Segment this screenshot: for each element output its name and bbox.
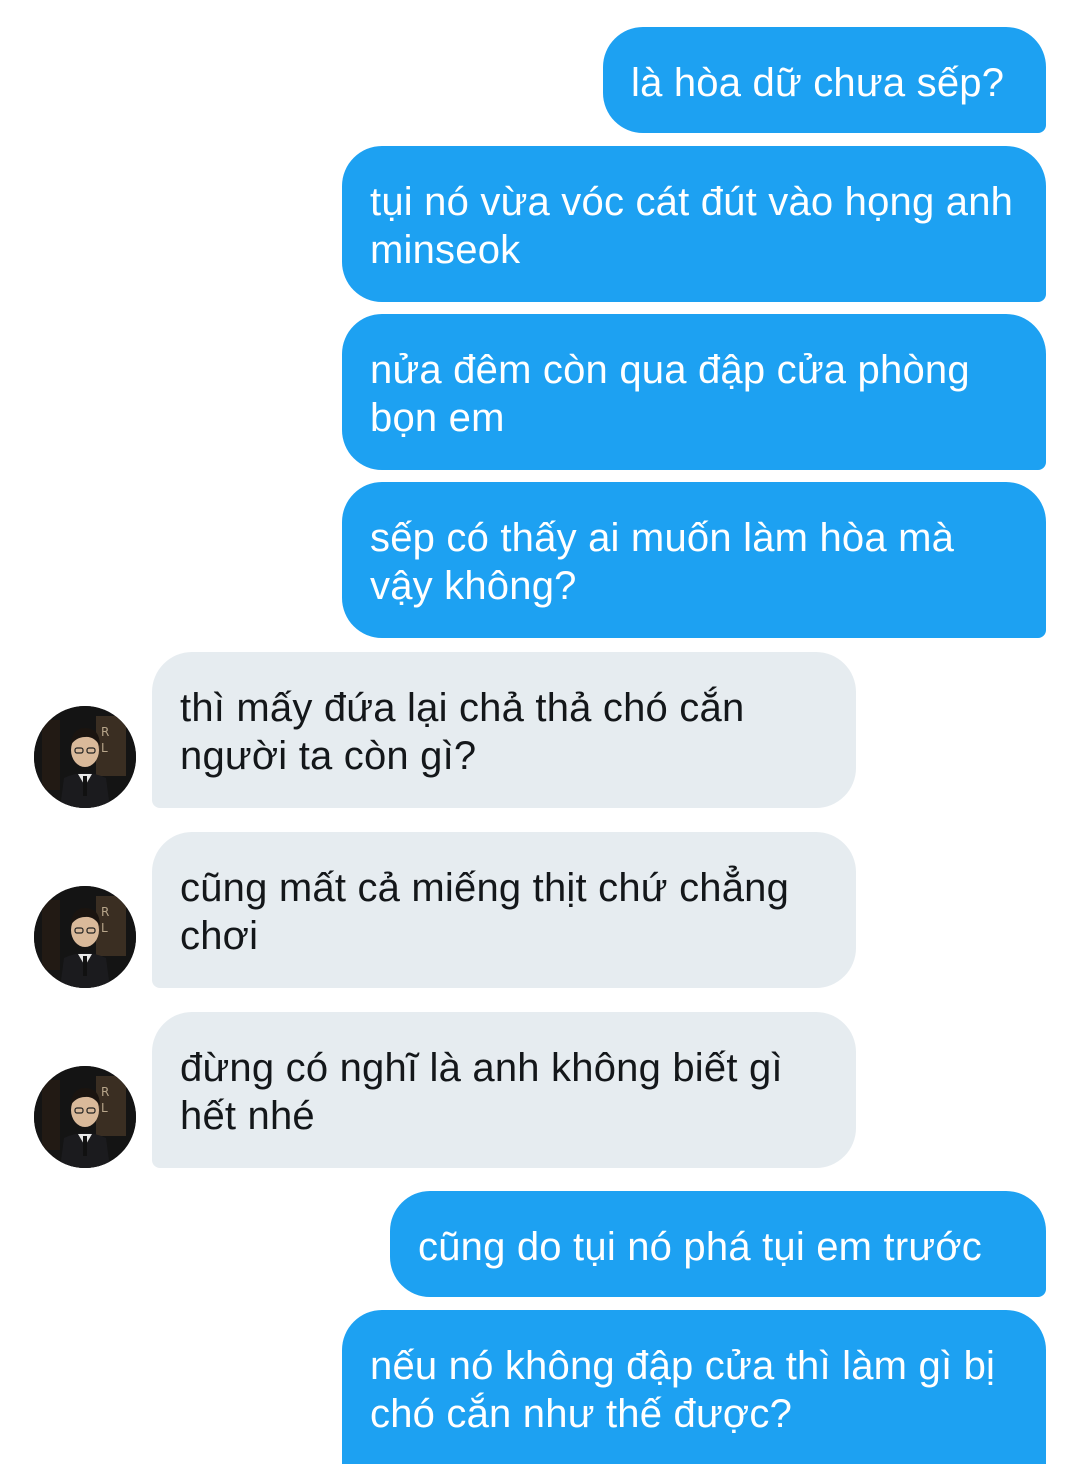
sent-message-bubble[interactable]: là hòa dữ chưa sếp?: [603, 27, 1046, 133]
svg-text:R: R: [101, 905, 109, 919]
received-message-bubble[interactable]: cũng mất cả miếng thịt chứ chẳng chơi: [152, 832, 856, 988]
sender-avatar[interactable]: R L: [34, 1066, 136, 1168]
svg-text:L: L: [101, 921, 108, 935]
avatar-photo-icon: R L: [34, 886, 136, 988]
svg-text:L: L: [101, 741, 108, 755]
avatar-photo-icon: R L: [34, 1066, 136, 1168]
received-message-bubble[interactable]: đừng có nghĩ là anh không biết gì hết nh…: [152, 1012, 856, 1168]
sender-avatar[interactable]: R L: [34, 706, 136, 808]
sent-message-bubble[interactable]: cũng do tụi nó phá tụi em trước: [390, 1191, 1046, 1297]
sent-message-bubble[interactable]: tụi nó vừa vóc cát đút vào họng anh mins…: [342, 146, 1046, 302]
sent-message-bubble[interactable]: sếp có thấy ai muốn làm hòa mà vậy không…: [342, 482, 1046, 638]
svg-text:R: R: [101, 725, 109, 739]
avatar-photo-icon: R L: [34, 706, 136, 808]
sender-avatar[interactable]: R L: [34, 886, 136, 988]
svg-text:R: R: [101, 1085, 109, 1099]
received-message-bubble[interactable]: thì mấy đứa lại chả thả chó cắn người ta…: [152, 652, 856, 808]
sent-message-bubble[interactable]: nửa đêm còn qua đập cửa phòng bọn em: [342, 314, 1046, 470]
svg-text:L: L: [101, 1101, 108, 1115]
message-thread: là hòa dữ chưa sếp? tụi nó vừa vóc cát đ…: [0, 0, 1080, 1464]
sent-message-bubble[interactable]: nếu nó không đập cửa thì làm gì bị chó c…: [342, 1310, 1046, 1464]
